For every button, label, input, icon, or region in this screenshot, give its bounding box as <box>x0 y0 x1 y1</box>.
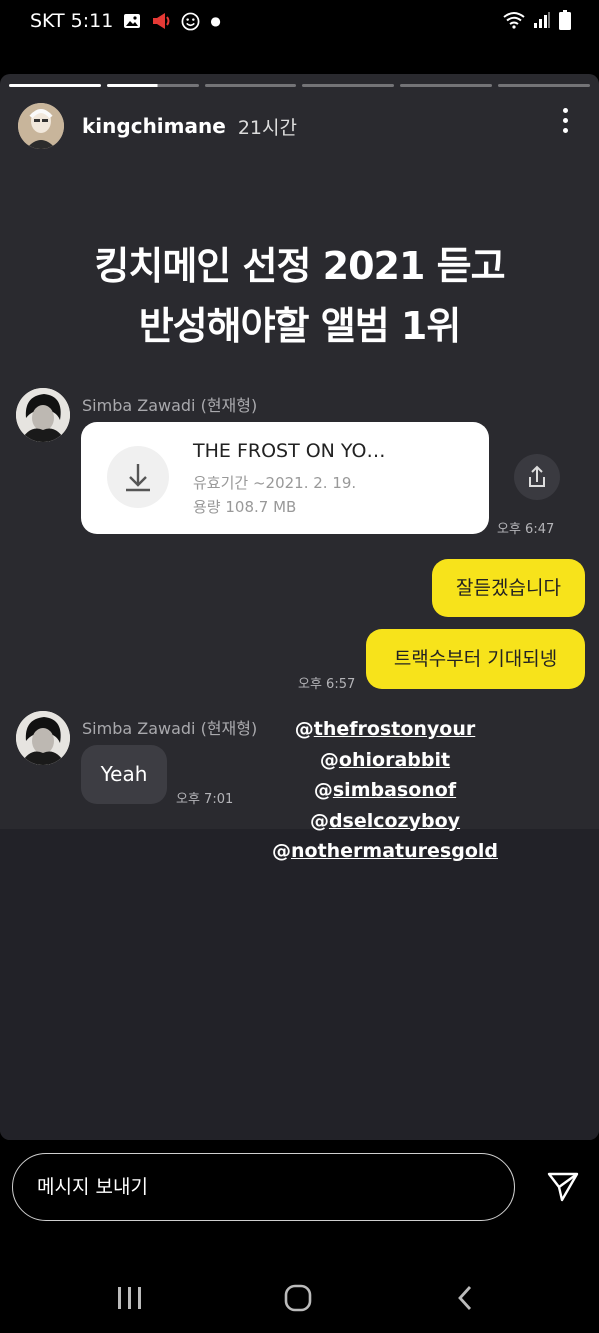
battery-icon <box>559 10 571 30</box>
mention-list: @thefrostonyour @ohiorabbit @simbasonof … <box>260 714 510 867</box>
image-icon <box>124 14 141 28</box>
carrier-label: SKT <box>30 10 65 32</box>
signal-icon <box>534 12 550 28</box>
progress-segment <box>400 84 493 87</box>
status-right <box>503 10 571 30</box>
reply-text: 트랙수부터 기대되넹 <box>393 648 558 670</box>
clock: 5:11 <box>70 10 114 32</box>
file-size: 용량 108.7 MB <box>193 498 297 516</box>
more-icon[interactable] <box>559 108 571 138</box>
headline-line-1: 킹치메인 선정 2021 듣고 <box>94 244 505 288</box>
home-icon[interactable] <box>284 1284 312 1312</box>
notification-dot: ● <box>210 14 221 28</box>
mention-tag[interactable]: @dselcozyboy <box>260 806 510 837</box>
download-icon[interactable] <box>107 446 169 508</box>
file-attachment-card[interactable]: THE FROST ON YO… 유효기간 ~2021. 2. 19. 용량 1… <box>81 422 489 534</box>
sender-name: Simba Zawadi (현재형) <box>82 719 258 738</box>
share-icon[interactable] <box>514 454 560 500</box>
message-time: 오후 7:01 <box>176 792 234 807</box>
wifi-icon <box>503 12 525 29</box>
message-text: Yeah <box>100 762 148 786</box>
progress-segment <box>302 84 395 87</box>
story-headline: 킹치메인 선정 2021 듣고 반성해야할 앨범 1위 <box>0 236 599 356</box>
reply-text: 잘듣겠습니다 <box>456 577 561 599</box>
mention-tag[interactable]: @nothermaturesgold <box>260 836 510 867</box>
sender-name: Simba Zawadi (현재형) <box>82 396 258 415</box>
message-time: 오후 6:47 <box>497 522 555 537</box>
story-time-ago: 21시간 <box>237 116 297 139</box>
story-progress <box>9 84 590 87</box>
story-card[interactable]: kingchimane 21시간 킹치메인 선정 2021 듣고 반성해야할 앨… <box>0 74 599 1140</box>
story-username[interactable]: kingchimane <box>82 114 226 138</box>
reply-bubble: 트랙수부터 기대되넹 <box>366 629 585 689</box>
reply-bubble: 잘듣겠습니다 <box>432 559 585 617</box>
message-bubble: Yeah <box>81 745 167 804</box>
status-bar: SKT 5:11 ● <box>0 0 599 44</box>
file-title: THE FROST ON YO… <box>193 440 386 462</box>
status-left: SKT 5:11 ● <box>30 10 221 32</box>
recents-icon[interactable] <box>117 1286 143 1310</box>
progress-segment <box>9 84 101 87</box>
smiley-icon <box>181 12 200 30</box>
send-icon[interactable] <box>546 1170 580 1204</box>
mention-tag[interactable]: @ohiorabbit <box>260 745 510 776</box>
story-header: kingchimane 21시간 <box>18 102 297 150</box>
progress-segment <box>498 84 590 87</box>
file-expiry: 유효기간 ~2021. 2. 19. <box>193 474 357 492</box>
user-avatar[interactable] <box>18 103 64 149</box>
message-input[interactable] <box>35 1168 479 1206</box>
headline-line-2: 반성해야할 앨범 1위 <box>138 304 462 348</box>
sender-avatar <box>16 388 70 442</box>
progress-segment <box>204 84 297 87</box>
progress-segment <box>106 84 199 87</box>
back-icon[interactable] <box>456 1285 474 1311</box>
sender-avatar <box>16 711 70 765</box>
message-time: 오후 6:57 <box>298 677 356 692</box>
megaphone-icon <box>153 13 170 29</box>
story-bottom-area <box>0 829 599 1140</box>
navigation-bar <box>0 1260 599 1333</box>
mention-tag[interactable]: @simbasonof <box>260 775 510 806</box>
message-bar <box>12 1153 515 1221</box>
mention-tag[interactable]: @thefrostonyour <box>260 714 510 745</box>
